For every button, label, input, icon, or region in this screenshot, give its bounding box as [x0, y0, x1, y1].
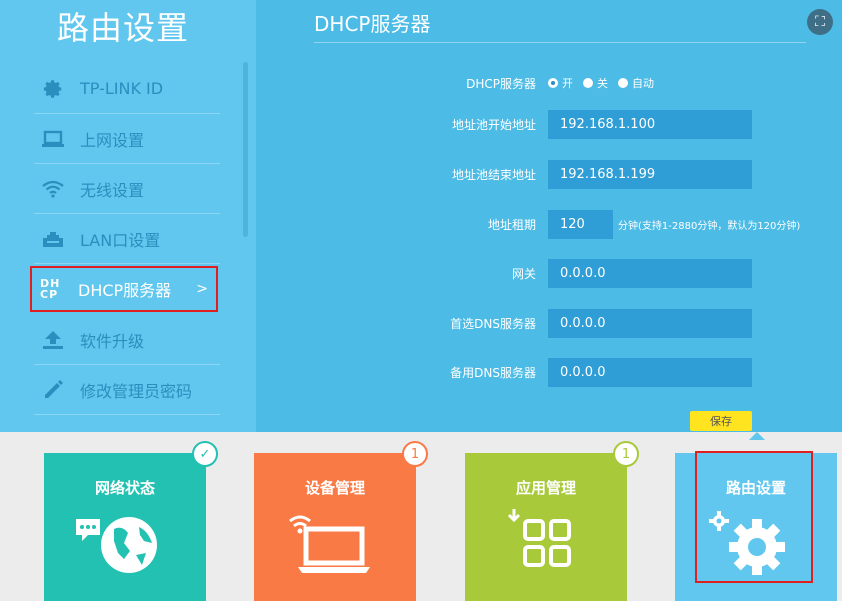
laptop-icon — [34, 130, 80, 148]
sidebar-title: 路由设置 — [56, 9, 189, 47]
sidebar-item-label: 软件升级 — [80, 331, 145, 351]
radio-icon[interactable] — [618, 78, 628, 88]
sidebar: 路由设置 TP-LINK ID 上网设置 无线设置 LAN口设置 DH CP D… — [0, 0, 256, 432]
check-badge-icon: ✓ — [192, 441, 218, 467]
selected-tile-highlight — [695, 451, 813, 583]
upload-icon — [34, 330, 80, 350]
radio-label: 自动 — [632, 77, 654, 90]
primary-dns-input[interactable]: 0.0.0.0 — [548, 309, 752, 338]
sidebar-scrollbar[interactable] — [243, 62, 248, 237]
dhcp-server-label: DHCP服务器 — [466, 77, 536, 91]
apps-grid-icon — [465, 507, 627, 597]
save-button[interactable]: 保存 — [690, 411, 752, 431]
tile-label: 网络状态 — [94, 479, 155, 497]
dhcp-mode-radio-group: 开 关 自动 — [548, 75, 664, 91]
sidebar-item-admin-password[interactable]: 修改管理员密码 — [34, 365, 220, 415]
close-button[interactable]: ⛶ — [807, 9, 833, 35]
sidebar-item-upgrade[interactable]: 软件升级 — [34, 315, 220, 365]
tile-label: 应用管理 — [515, 479, 576, 497]
sidebar-item-internet[interactable]: 上网设置 — [34, 114, 220, 164]
active-tile-pointer — [749, 432, 765, 440]
lease-note: 分钟(支持1-2880分钟，默认为120分钟) — [618, 221, 801, 232]
lease-label: 地址租期 — [487, 218, 536, 232]
gateway-input[interactable]: 0.0.0.0 — [548, 259, 752, 288]
sidebar-item-wireless[interactable]: 无线设置 — [34, 164, 220, 214]
dhcp-icon: DH CP — [32, 278, 78, 300]
sidebar-item-label: 修改管理员密码 — [80, 381, 193, 401]
radio-icon[interactable] — [583, 78, 593, 88]
count-badge: 1 — [613, 441, 639, 467]
sidebar-item-label: 无线设置 — [80, 180, 145, 200]
lan-icon — [34, 230, 80, 248]
sidebar-item-tplink-id[interactable]: TP-LINK ID — [34, 64, 220, 114]
sidebar-item-dhcp[interactable]: DH CP DHCP服务器 > — [30, 266, 218, 312]
gateway-label: 网关 — [511, 267, 536, 281]
page-title: DHCP服务器 — [314, 12, 431, 36]
radio-auto[interactable]: 自动 — [618, 75, 654, 91]
gear-icon — [34, 78, 80, 100]
lease-input[interactable]: 120 — [548, 210, 613, 239]
radio-icon[interactable] — [548, 78, 558, 88]
globe-icon — [44, 507, 206, 597]
laptop-wifi-icon — [254, 507, 416, 597]
secondary-dns-input[interactable]: 0.0.0.0 — [548, 358, 752, 387]
tile-network-status[interactable]: 网络状态 ✓ — [44, 441, 218, 601]
sidebar-item-label: DHCP服务器 — [78, 281, 172, 300]
dhcp-settings-panel: DHCP服务器 ⛶ DHCP服务器 开 关 自动 地址池开始地址 192.168… — [256, 0, 842, 432]
radio-on[interactable]: 开 — [548, 75, 573, 91]
pool-start-label: 地址池开始地址 — [451, 118, 536, 132]
count-badge: 1 — [402, 441, 428, 467]
pencil-icon — [34, 379, 80, 401]
title-divider — [314, 42, 806, 43]
pool-end-input[interactable]: 192.168.1.199 — [548, 160, 752, 189]
primary-dns-label: 首选DNS服务器 — [450, 317, 536, 331]
chevron-right-icon: > — [196, 281, 208, 297]
sidebar-item-label: 上网设置 — [80, 130, 145, 150]
tile-label: 设备管理 — [304, 479, 365, 497]
sidebar-item-lan[interactable]: LAN口设置 — [34, 214, 220, 264]
radio-label: 关 — [597, 77, 608, 90]
radio-off[interactable]: 关 — [583, 75, 608, 91]
radio-label: 开 — [562, 77, 573, 90]
pool-end-label: 地址池结束地址 — [451, 168, 536, 182]
tile-device-management[interactable]: 设备管理 1 — [254, 441, 428, 601]
sidebar-item-label: TP-LINK ID — [80, 79, 164, 98]
pool-start-input[interactable]: 192.168.1.100 — [548, 110, 752, 139]
sidebar-item-label: LAN口设置 — [80, 230, 161, 250]
tile-app-management[interactable]: 应用管理 1 — [465, 441, 639, 601]
wifi-icon — [34, 180, 80, 198]
secondary-dns-label: 备用DNS服务器 — [450, 366, 536, 380]
dhcp-icon-text: DH CP — [40, 277, 61, 301]
